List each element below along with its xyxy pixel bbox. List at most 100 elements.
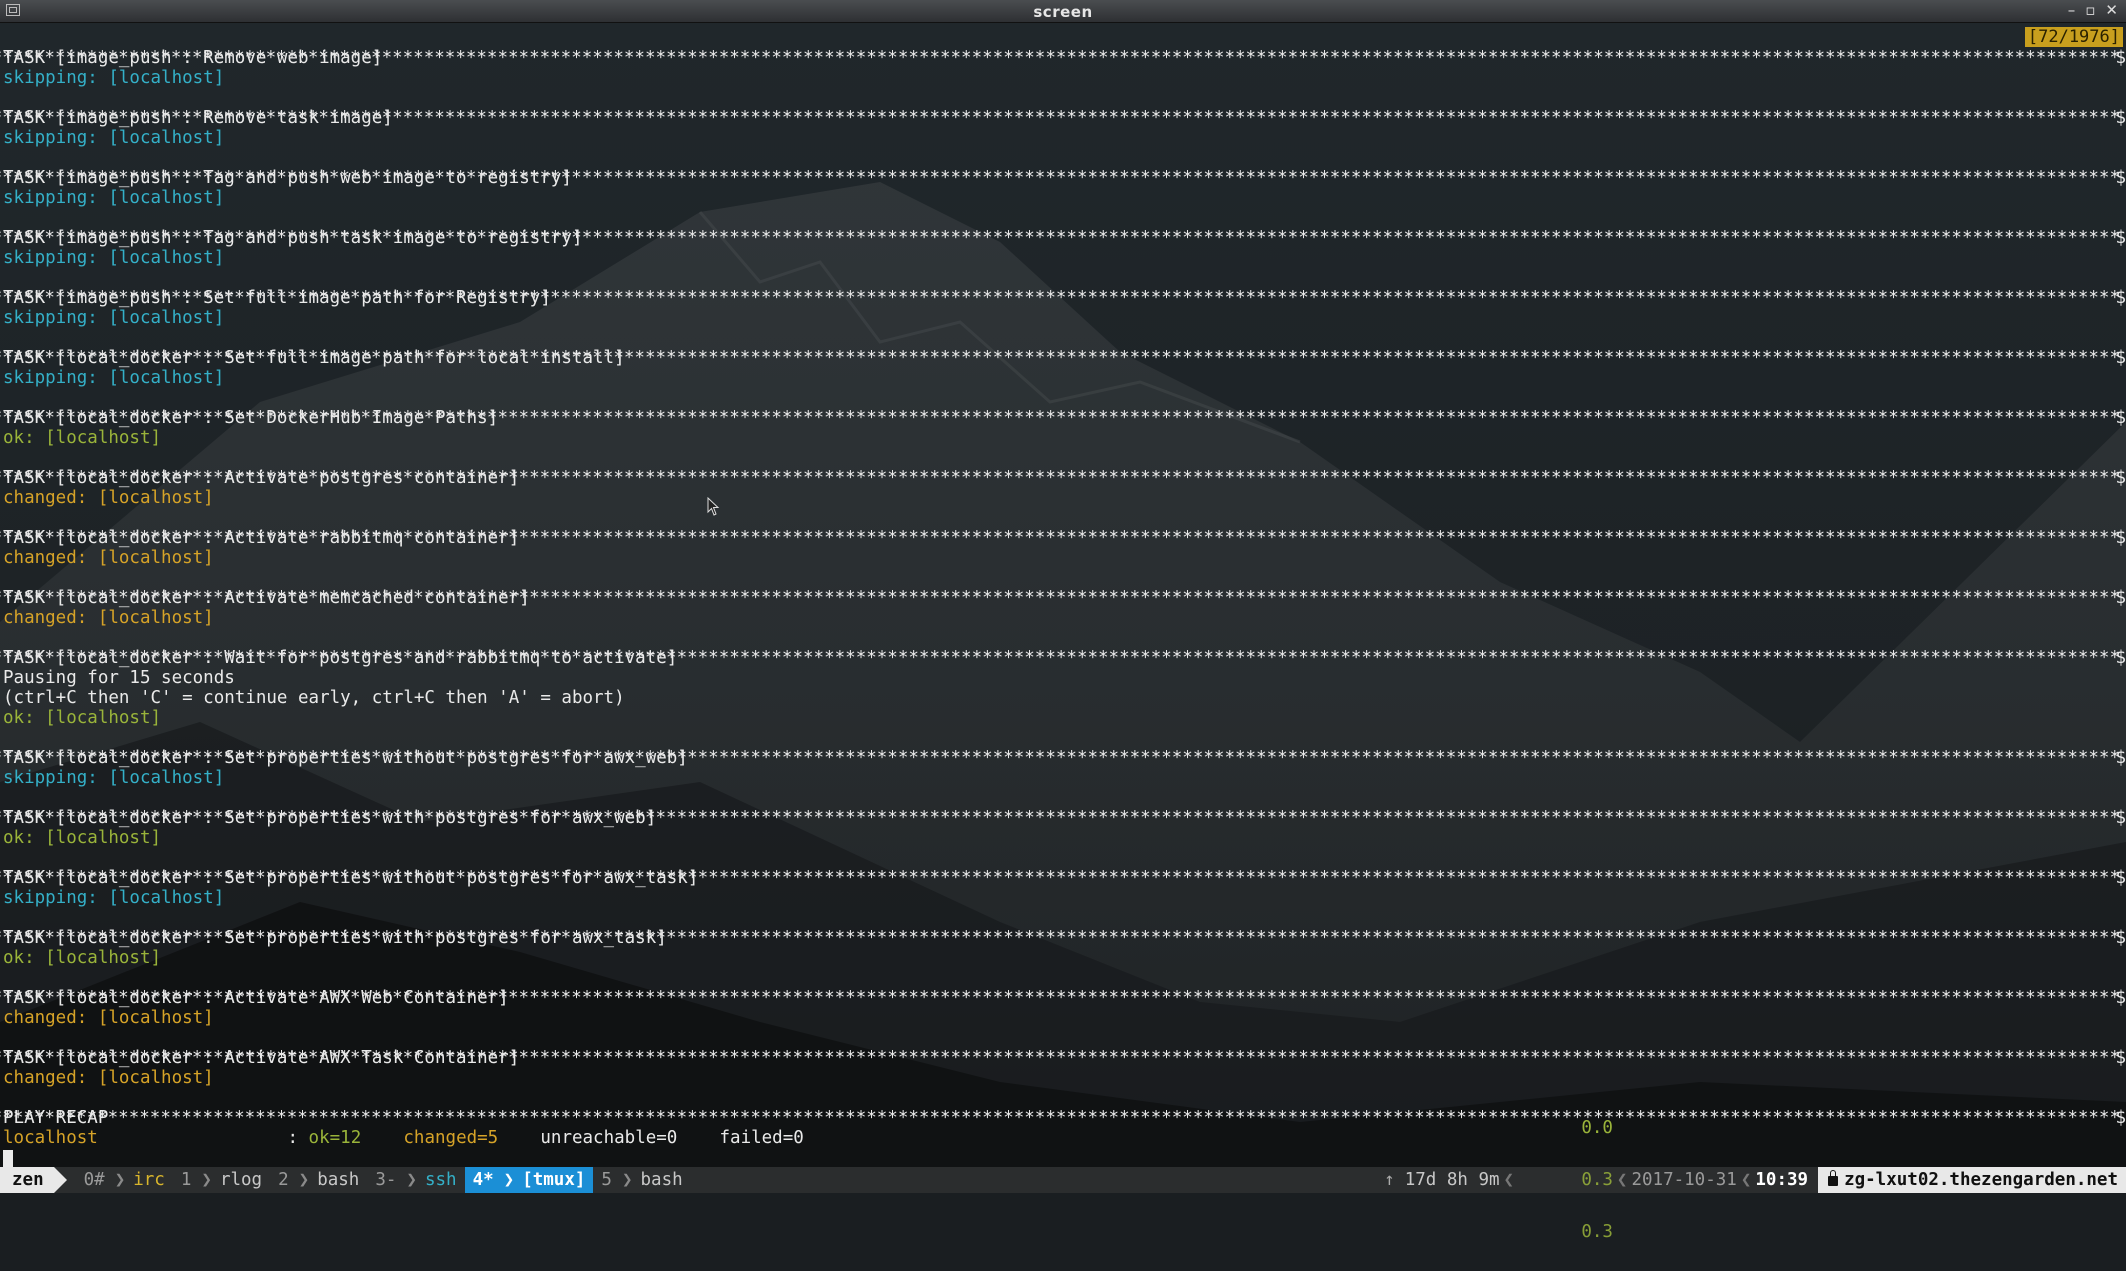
recap-failed: failed=0: [719, 1128, 804, 1148]
window-name: bash: [317, 1170, 360, 1190]
window-separator-icon: ❯: [114, 1170, 126, 1190]
task-header-line: TASK [image_push : Set full image path f…: [0, 288, 2126, 308]
window-tab-bash[interactable]: 2 ❯ bash: [270, 1167, 367, 1193]
line-end-marker: $: [2115, 348, 2126, 368]
load-15m: 0.3: [1581, 1222, 1613, 1242]
window-separator-icon: ❯: [503, 1170, 515, 1190]
line-end-marker: $: [2115, 748, 2126, 768]
segment-separator-icon: ❮: [1503, 1170, 1515, 1190]
window-index: 4*: [472, 1170, 494, 1190]
mouse-pointer-icon: [707, 497, 720, 516]
task-header-line: TASK [local_docker : Activate memcached …: [0, 588, 2126, 608]
window-name: ssh: [424, 1170, 457, 1190]
window-tab-ssh[interactable]: 3- ❯ ssh: [367, 1167, 464, 1193]
line-end-marker: $: [2115, 928, 2126, 948]
line-end-marker: $: [2115, 808, 2126, 828]
task-name: TASK [local_docker : Set properties with…: [3, 928, 678, 948]
scrollback-position-indicator: [72/1976]: [2024, 27, 2123, 47]
task-name: TASK [local_docker : Activate AWX Task C…: [3, 1048, 530, 1068]
uptime-icon: ↑: [1384, 1170, 1395, 1190]
window-separator-icon: ❯: [406, 1170, 417, 1190]
maximize-button[interactable]: ▫: [2085, 1, 2095, 19]
line-end-marker: $: [2115, 648, 2126, 668]
segment-separator-icon: ❮: [1740, 1170, 1752, 1190]
task-header-line: TASK [image_push : Tag and push task ima…: [0, 228, 2126, 248]
task-name: TASK [local_docker : Set full image path…: [3, 348, 636, 368]
line-end-marker: $: [2115, 48, 2126, 68]
task-result-skip: skipping: [localhost]: [3, 768, 225, 788]
window-name: rlog: [219, 1170, 263, 1190]
window-separator-icon: ❯: [298, 1170, 310, 1190]
task-name: TASK [local_docker : Activate AWX Web Co…: [3, 988, 520, 1008]
line-end-marker: $: [2115, 288, 2126, 308]
session-name[interactable]: zen: [0, 1167, 67, 1193]
line-end-marker: $: [2115, 468, 2126, 488]
terminal-output[interactable]: TASK [image_push : Remove web image] ***…: [0, 22, 2126, 1193]
window-tab-tmux[interactable]: 4* ❯ [tmux]: [464, 1167, 594, 1193]
task-result-chg: changed: [localhost]: [3, 488, 214, 508]
load-1m: 0.0: [1581, 1118, 1613, 1138]
task-header-line: TASK [local_docker : Set properties with…: [0, 868, 2126, 888]
line-end-marker: $: [2115, 228, 2126, 248]
task-message-line: Pausing for 15 seconds: [3, 668, 235, 688]
task-result-ok: ok: [localhost]: [3, 828, 162, 848]
task-result-chg: changed: [localhost]: [3, 1068, 214, 1088]
line-end-marker: $: [2115, 168, 2126, 188]
task-header-line: TASK [local_docker : Set properties with…: [0, 928, 2126, 948]
task-name: TASK [image_push : Set full image path f…: [3, 288, 562, 308]
task-header-line: TASK [local_docker : Activate AWX Web Co…: [0, 988, 2126, 1008]
window-titlebar[interactable]: screen – ▫ ✕: [0, 0, 2126, 23]
window-separator-icon: ❯: [201, 1170, 212, 1190]
task-header-line: TASK [local_docker : Activate postgres c…: [0, 468, 2126, 488]
task-header-line: TASK [image_push : Remove task image] **…: [0, 108, 2126, 128]
window-index: 5: [601, 1170, 612, 1190]
task-result-skip: skipping: [localhost]: [3, 188, 225, 208]
window-tab-bash[interactable]: 5 ❯ bash: [593, 1167, 690, 1193]
window-index: 3-: [375, 1170, 397, 1190]
window-tab-irc[interactable]: 0# ❯ irc: [76, 1167, 173, 1193]
task-name: TASK [local_docker : Set properties with…: [3, 748, 699, 768]
task-name: TASK [local_docker : Set DockerHub Image…: [3, 408, 509, 428]
minimize-button[interactable]: –: [2068, 1, 2076, 19]
task-header-line: TASK [local_docker : Set DockerHub Image…: [0, 408, 2126, 428]
task-separator-stars: ****************************************…: [0, 1108, 2120, 1128]
recap-host: localhost: [3, 1128, 98, 1148]
recap-ok: ok=12: [308, 1128, 362, 1148]
window-name: [tmux]: [522, 1170, 586, 1190]
task-result-ok: ok: [localhost]: [3, 428, 162, 448]
recap-changed: changed=5: [403, 1128, 499, 1148]
task-header-line: TASK [image_push : Remove web image] ***…: [0, 48, 2126, 68]
task-name: TASK [image_push : Tag and push web imag…: [3, 168, 583, 188]
task-header-line: TASK [local_docker : Set properties with…: [0, 808, 2126, 828]
status-time: 10:39: [1755, 1170, 1809, 1190]
line-end-marker: $: [2115, 528, 2126, 548]
close-button[interactable]: ✕: [2105, 1, 2118, 19]
status-date: 2017-10-31: [1631, 1170, 1737, 1190]
task-result-ok: ok: [localhost]: [3, 948, 162, 968]
line-end-marker: $: [2115, 1108, 2126, 1128]
play-recap-header: PLAY RECAP *****************************…: [0, 1108, 2126, 1128]
hostname-badge: zg-lxut02.thezengarden.net: [1818, 1167, 2126, 1193]
task-result-skip: skipping: [localhost]: [3, 128, 225, 148]
task-name: TASK [image_push : Remove task image]: [3, 108, 404, 128]
task-result-skip: skipping: [localhost]: [3, 888, 225, 908]
lock-icon: [1828, 1170, 1839, 1186]
window-separator-icon: ❯: [621, 1170, 633, 1190]
window-index: 2: [278, 1170, 289, 1190]
task-name: TASK [local_docker : Activate rabbitmq c…: [3, 528, 530, 548]
window-tab-rlog[interactable]: 1 ❯ rlog: [173, 1167, 270, 1193]
task-result-chg: changed: [localhost]: [3, 608, 214, 628]
task-header-line: TASK [local_docker : Activate AWX Task C…: [0, 1048, 2126, 1068]
task-result-chg: changed: [localhost]: [3, 548, 214, 568]
